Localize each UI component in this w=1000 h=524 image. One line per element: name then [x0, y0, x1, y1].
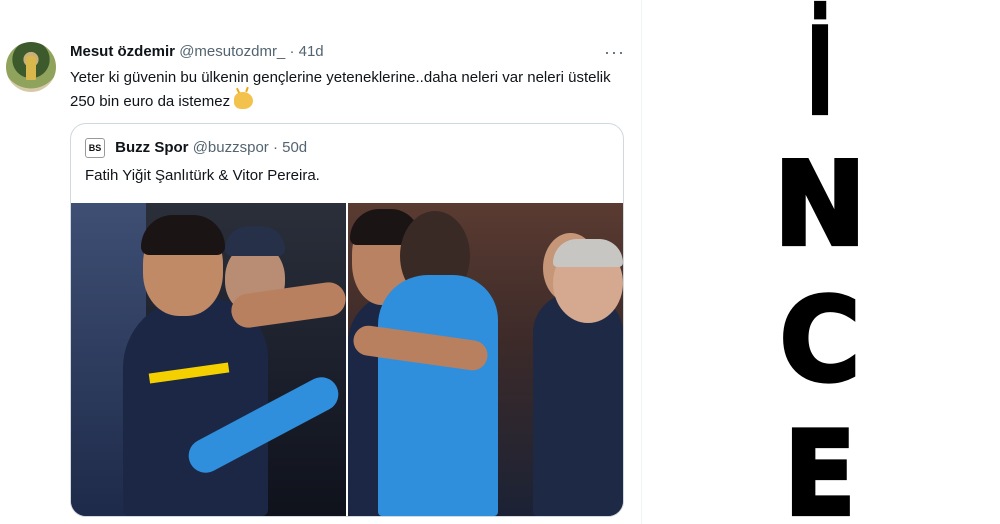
quoted-tweet-text: Fatih Yiğit Şanlıtürk & Vitor Pereira.: [85, 167, 320, 184]
quoted-author-name: Buzz Spor: [115, 139, 189, 156]
buzzspor-logo-icon: BS: [85, 138, 105, 159]
avatar[interactable]: [6, 42, 56, 92]
title-letter-e: E: [784, 407, 855, 524]
tweet-header: Mesut özdemir @mesutozdmr_ · 41d: [70, 43, 324, 61]
title-letter-c: C: [780, 272, 861, 407]
tweet[interactable]: Mesut özdemir @mesutozdmr_ · 41d ··· Yet…: [0, 0, 642, 524]
title-letter-i: İ: [807, 3, 834, 142]
grey-hair: [553, 239, 623, 267]
more-options-icon[interactable]: ···: [604, 42, 625, 63]
coach-blue-jacket: [378, 275, 498, 516]
trophy-icon: [26, 56, 36, 80]
player-hair: [141, 215, 225, 255]
photo-celebration-right[interactable]: [348, 203, 623, 516]
timestamp[interactable]: 41d: [299, 43, 324, 60]
quoted-author-handle: @buzzspor: [192, 139, 269, 156]
side-title: İ N C E: [772, 1, 868, 524]
staff-jacket: [533, 293, 623, 516]
quoted-tweet[interactable]: BS Buzz Spor @buzzspor · 50d Fatih Yiğit…: [70, 123, 624, 517]
quoted-media[interactable]: [71, 203, 623, 516]
tweet-text-content: Yeter ki güvenin bu ülkenin gençlerine y…: [70, 69, 611, 110]
author-handle[interactable]: @mesutozdmr_: [179, 43, 285, 60]
beanie: [225, 226, 285, 256]
clapping-hands-emoji-icon: [234, 92, 254, 109]
quoted-separator: ·: [272, 139, 278, 156]
player-jersey: [123, 298, 268, 516]
quoted-timestamp: 50d: [282, 139, 308, 156]
photo-celebration-left[interactable]: [71, 203, 346, 516]
separator: ·: [289, 43, 295, 60]
author-name[interactable]: Mesut özdemir: [70, 43, 175, 60]
title-letter-n: N: [774, 136, 866, 271]
quoted-tweet-header: BS Buzz Spor @buzzspor · 50d: [85, 138, 308, 159]
tweet-text: Yeter ki güvenin bu ülkenin gençlerine y…: [70, 66, 620, 114]
